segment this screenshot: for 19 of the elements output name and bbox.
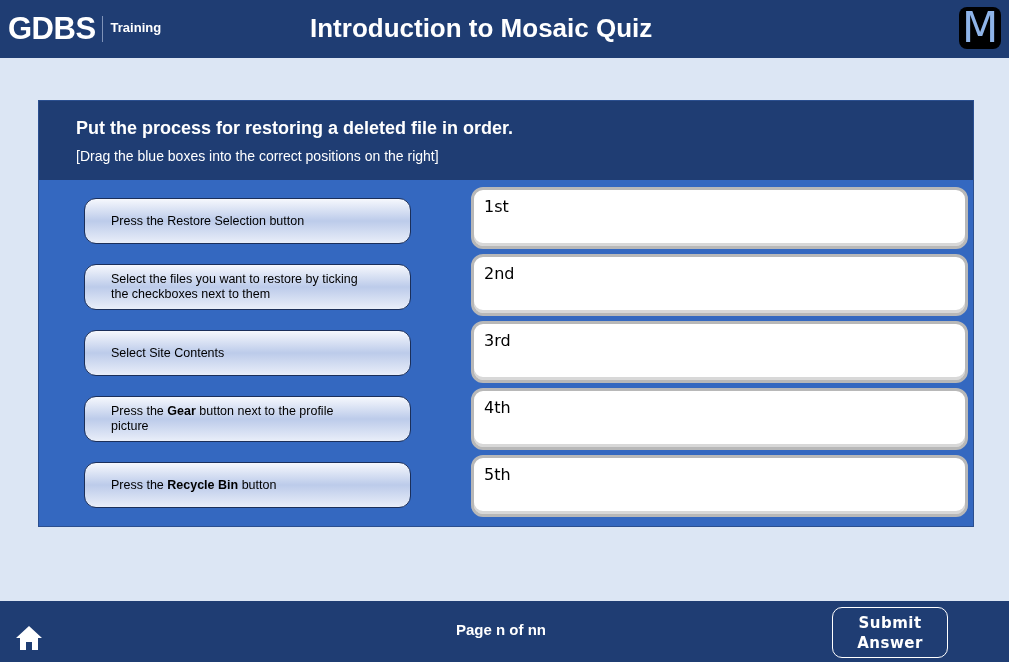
- drop-slot[interactable]: 3rd: [471, 321, 968, 383]
- drag-item[interactable]: Select the files you want to restore by ticking the checkboxes next to them: [84, 264, 411, 310]
- page-indicator: Page n of nn: [456, 621, 546, 638]
- drag-item[interactable]: Select Site Contents: [84, 330, 411, 376]
- drag-item[interactable]: Press the Gear button next to the profile picture: [84, 396, 411, 442]
- brand-subtitle: Training: [110, 20, 162, 35]
- drop-slot[interactable]: 2nd: [471, 254, 968, 316]
- submit-button[interactable]: Submit Answer: [832, 607, 948, 658]
- drop-slot[interactable]: 4th: [471, 388, 968, 450]
- drop-slot[interactable]: 5th: [471, 455, 968, 517]
- question-instruction: [Drag the blue boxes into the correct positions on the right]: [76, 148, 440, 164]
- drag-item[interactable]: Press the Recycle Bin button: [84, 462, 411, 508]
- brand-logo: GDBS: [8, 11, 96, 47]
- quiz-title: Introduction to Mosaic Quiz: [310, 13, 653, 44]
- home-icon[interactable]: [15, 625, 43, 651]
- drag-item[interactable]: Press the Restore Selection button: [84, 198, 411, 244]
- question-prompt: Put the process for restoring a deleted file in order.: [76, 118, 515, 139]
- drop-slot[interactable]: 1st: [471, 187, 968, 249]
- app-logo: M: [959, 7, 1001, 49]
